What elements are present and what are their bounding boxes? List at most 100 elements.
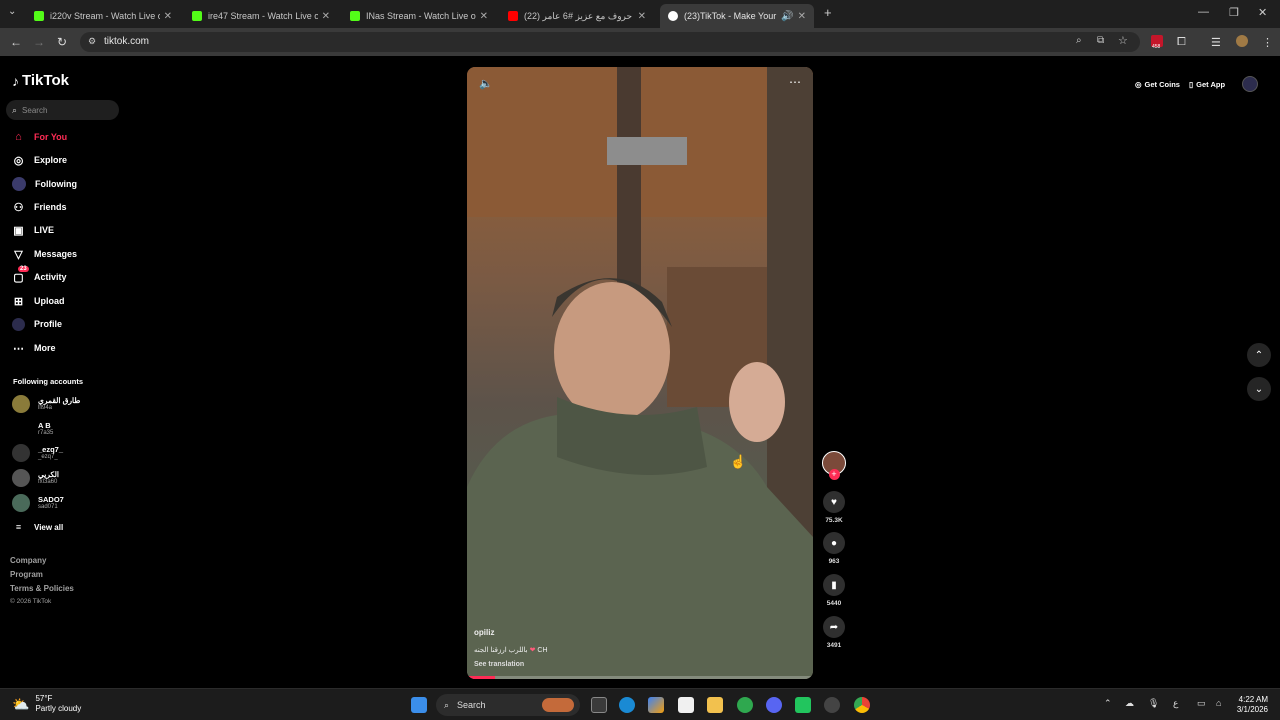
view-all-button[interactable]: ≡ View all <box>12 519 63 535</box>
display-icon[interactable]: ▭ <box>1197 698 1206 709</box>
previous-video-button[interactable]: ⌃ <box>1247 343 1271 367</box>
extensions-puzzle-icon[interactable]: ⧠ <box>1177 36 1186 49</box>
video-username[interactable]: opiliz <box>474 628 494 637</box>
footer-program[interactable]: Program <box>10 570 43 579</box>
forward-icon[interactable]: → <box>33 35 45 49</box>
nav-upload[interactable]: ⊞ Upload <box>12 293 65 309</box>
browser-tab-2[interactable]: ire47 Stream - Watch Live on Ki ✕ <box>184 4 338 28</box>
kick-favicon-icon <box>34 11 44 21</box>
share-button[interactable]: ➦ 3491 <box>822 616 846 649</box>
close-tab-icon[interactable]: ✕ <box>164 11 172 22</box>
network-icon[interactable]: ⌂ <box>1216 698 1221 708</box>
new-tab-button[interactable]: + <box>824 5 832 20</box>
like-button[interactable]: ♥ 75.3K <box>822 491 846 524</box>
microphone-icon[interactable]: 🎙 <box>1148 698 1159 709</box>
onedrive-icon[interactable]: ☁ <box>1125 698 1134 709</box>
avatar <box>12 395 30 413</box>
taskbar-search[interactable]: ⌕ Search <box>436 694 580 716</box>
maximize-icon[interactable]: ❐ <box>1229 6 1239 19</box>
close-tab-icon[interactable]: ✕ <box>798 11 806 22</box>
task-view-icon[interactable] <box>591 697 607 713</box>
browser-tab-3[interactable]: INas Stream - Watch Live on Ki ✕ <box>342 4 496 28</box>
get-app-button[interactable]: ▯ Get App <box>1189 76 1225 92</box>
nav-for-you[interactable]: ⌂ For You <box>12 129 67 145</box>
next-video-button[interactable]: ⌄ <box>1247 377 1271 401</box>
browser-tab-5[interactable]: (23)TikTok - Make Your Day 🔊 ✕ <box>660 4 814 28</box>
comment-button[interactable]: ● 963 <box>822 532 846 565</box>
user-avatar[interactable] <box>1242 76 1258 92</box>
close-tab-icon[interactable]: ✕ <box>638 11 646 22</box>
account-item[interactable]: SADO7 sad071 <box>12 492 64 514</box>
reading-list-icon[interactable]: ☰ <box>1211 36 1221 49</box>
nav-messages[interactable]: ▽ Messages <box>12 246 77 262</box>
nav-activity[interactable]: ▢ 23 Activity <box>12 265 67 285</box>
tiktok-logo[interactable]: ♪ TikTok <box>12 72 69 89</box>
follow-plus-icon[interactable]: + <box>828 469 840 480</box>
nav-live[interactable]: ▣ LIVE <box>12 222 54 238</box>
save-button[interactable]: ▮ 5440 <box>822 574 846 607</box>
nav-label: Profile <box>34 319 63 329</box>
live-icon: ▣ <box>13 224 24 237</box>
system-clock[interactable]: 4:22 AM 3/1/2026 <box>1237 695 1268 715</box>
tab-search-icon[interactable]: ⌄ <box>8 6 16 17</box>
comment-icon: ● <box>823 532 845 554</box>
see-translation-link[interactable]: See translation <box>474 661 524 668</box>
clock-date: 3/1/2026 <box>1236 705 1268 714</box>
footer-company[interactable]: Company <box>10 556 46 565</box>
reload-icon[interactable]: ↻ <box>57 35 67 49</box>
nav-more[interactable]: ⋯ More <box>12 340 56 356</box>
discord-icon[interactable] <box>766 697 782 713</box>
account-item[interactable]: A B r7a35 <box>12 418 53 440</box>
comment-count: 963 <box>828 558 840 565</box>
install-app-icon[interactable]: ⧉ <box>1097 35 1104 46</box>
language-icon[interactable]: ع <box>1173 698 1178 709</box>
tray-overflow-icon[interactable]: ⌃ <box>1104 698 1112 709</box>
url-text[interactable]: tiktok.com <box>104 36 149 47</box>
search-input[interactable]: ⌕ Search <box>6 100 119 120</box>
close-tab-icon[interactable]: ✕ <box>480 11 488 22</box>
more-options-icon[interactable]: ⋯ <box>789 75 801 89</box>
xbox-icon[interactable] <box>737 697 753 713</box>
footer-terms[interactable]: Terms & Policies <box>10 584 74 593</box>
account-item[interactable]: _ezq7_ _ezq7_ <box>12 442 63 464</box>
nav-following[interactable]: Following <box>12 176 77 192</box>
video-player[interactable]: 🔈 ⋯ ☝ opiliz باللرب ارزقنا الجنه ❤ CH Se… <box>467 67 813 679</box>
close-tab-icon[interactable]: ✕ <box>322 11 330 22</box>
account-item[interactable]: الكريي fxl3a60 <box>12 467 59 489</box>
chrome-menu-icon[interactable]: ⋮ <box>1262 36 1273 49</box>
close-window-icon[interactable]: ✕ <box>1258 6 1267 19</box>
edge-icon[interactable] <box>619 697 635 713</box>
browser-tab-1[interactable]: i220v Stream - Watch Live on Ki ✕ <box>26 4 180 28</box>
site-info-icon[interactable]: ⚙ <box>88 36 96 47</box>
mute-tab-icon[interactable]: 🔊 <box>781 11 793 22</box>
list-icon: ≡ <box>15 522 22 532</box>
address-bar[interactable]: ⚙ tiktok.com ⌕ ⧉ ☆ <box>80 32 1140 52</box>
nav-explore[interactable]: ◎ Explore <box>12 152 67 168</box>
account-name: طارق القمري <box>38 395 81 405</box>
creator-avatar[interactable]: + <box>822 451 846 480</box>
account-item[interactable]: طارق القمري lll94a <box>12 393 80 415</box>
zoom-icon[interactable]: ⌕ <box>1076 35 1082 46</box>
back-icon[interactable]: ← <box>10 35 22 49</box>
account-name: الكريي <box>38 469 59 479</box>
store-icon[interactable] <box>678 697 694 713</box>
volume-icon[interactable]: 🔈 <box>479 77 493 90</box>
progress-fill <box>467 676 495 679</box>
bookmark-star-icon[interactable]: ☆ <box>1118 34 1128 47</box>
file-explorer-icon[interactable] <box>707 697 723 713</box>
weather-widget[interactable]: ⛅ 57°F Partly cloudy <box>12 694 81 714</box>
minimize-icon[interactable]: — <box>1198 6 1209 18</box>
copilot-icon[interactable] <box>648 697 664 713</box>
app-green-icon[interactable] <box>795 697 811 713</box>
nav-label: Explore <box>34 155 68 165</box>
profile-avatar-icon[interactable] <box>1236 35 1248 47</box>
browser-tab-4[interactable]: (22) حروف مع عزيز #6 عامر , ✕ <box>500 4 654 28</box>
get-coins-button[interactable]: ◎ Get Coins <box>1135 76 1180 92</box>
nav-friends[interactable]: ⚇ Friends <box>12 199 67 215</box>
chrome-icon[interactable] <box>854 697 870 713</box>
tab-title: (22) حروف مع عزيز #6 عامر , <box>524 10 634 21</box>
video-progress-bar[interactable] <box>467 676 813 679</box>
windows-start-icon[interactable] <box>411 697 427 713</box>
nav-profile[interactable]: Profile <box>12 316 62 332</box>
settings-gear-icon[interactable] <box>824 697 840 713</box>
